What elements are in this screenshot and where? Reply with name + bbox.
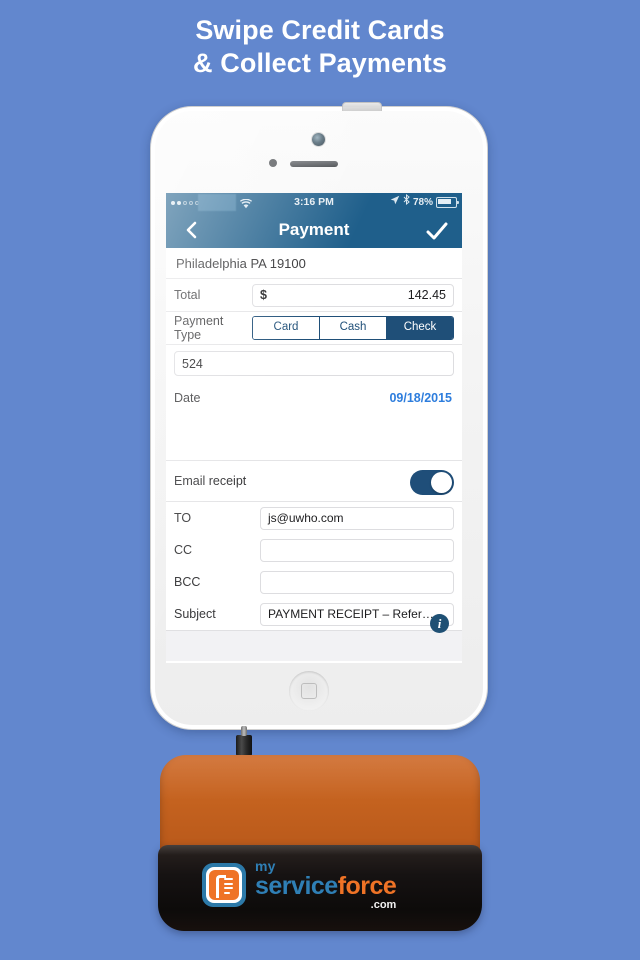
email-subject-value: PAYMENT RECEIPT – Refer… — [268, 607, 434, 621]
payment-type-row: Payment Type Card Cash Check — [166, 312, 462, 345]
logo-mark-icon — [202, 863, 246, 907]
segment-card[interactable]: Card — [253, 317, 320, 339]
front-camera-icon — [312, 133, 325, 146]
email-cc-input[interactable] — [260, 538, 454, 562]
email-bcc-input[interactable] — [260, 570, 454, 594]
info-icon[interactable]: i — [430, 614, 449, 633]
headline-line-2: & Collect Payments — [193, 48, 447, 78]
status-right-group: 78% — [390, 193, 459, 212]
email-bcc-label: BCC — [174, 575, 201, 589]
payment-type-label: Payment Type — [174, 314, 224, 342]
email-cc-label: CC — [174, 543, 193, 557]
email-to-input[interactable]: js@uwho.com — [260, 506, 454, 530]
email-bcc-row: BCC — [166, 566, 462, 598]
battery-percent: 78% — [412, 197, 433, 208]
form-spacer — [166, 416, 462, 460]
email-to-row: TO js@uwho.com — [166, 502, 462, 534]
headline-line-1: Swipe Credit Cards — [195, 15, 445, 45]
segment-cash[interactable]: Cash — [320, 317, 387, 339]
email-receipt-toggle[interactable] — [410, 470, 454, 495]
date-value[interactable]: 09/18/2015 — [252, 391, 454, 405]
check-number-value: 524 — [182, 356, 203, 371]
email-receipt-label: Email receipt — [174, 474, 247, 488]
confirm-button[interactable] — [426, 221, 448, 241]
payment-form: Philadelphia PA 19100 Total $ 142.45 Pay… — [166, 248, 462, 661]
battery-icon — [436, 197, 459, 208]
bluetooth-icon — [403, 193, 410, 212]
date-row[interactable]: Date 09/18/2015 — [166, 380, 462, 416]
nav-title: Payment — [278, 220, 350, 239]
nav-bar: Payment — [166, 212, 462, 248]
card-reader-stand-top — [160, 755, 480, 857]
email-subject-label: Subject — [174, 607, 216, 621]
toggle-knob — [431, 472, 452, 493]
home-button[interactable] — [289, 671, 329, 711]
logo-service: service — [255, 872, 338, 900]
page-title: Swipe Credit Cards & Collect Payments — [0, 14, 640, 80]
phone-device: 3:16 PM 78% Payment Philadelphia PA 1910… — [150, 102, 488, 730]
form-footer: i — [166, 614, 462, 661]
check-number-input[interactable]: 524 — [174, 351, 454, 376]
date-label: Date — [174, 391, 201, 405]
email-receipt-row: Email receipt — [166, 461, 462, 501]
logo-main: serviceforce — [255, 872, 397, 900]
total-row: Total $ 142.45 — [166, 279, 462, 312]
email-cc-row: CC — [166, 534, 462, 566]
email-subject-row: Subject PAYMENT RECEIPT – Refer… — [166, 598, 462, 630]
brand-logo: my serviceforce .com — [202, 858, 397, 911]
phone-screen: 3:16 PM 78% Payment Philadelphia PA 1910… — [166, 193, 462, 663]
address-text: Philadelphia PA 19100 — [176, 255, 306, 271]
logo-wordmark: my serviceforce .com — [255, 858, 397, 911]
segment-check[interactable]: Check — [387, 317, 453, 339]
email-subject-input[interactable]: PAYMENT RECEIPT – Refer… — [260, 602, 454, 626]
power-button[interactable] — [342, 102, 382, 111]
payment-type-segmented-control[interactable]: Card Cash Check — [252, 316, 454, 340]
card-reader-stand-base: my serviceforce .com — [158, 845, 482, 931]
total-label: Total — [174, 288, 201, 302]
logo-force: force — [337, 872, 397, 900]
dock-connector — [236, 726, 252, 757]
proximity-sensor-icon — [269, 159, 277, 167]
total-amount: 142.45 — [407, 288, 446, 302]
location-arrow-icon — [390, 193, 400, 212]
logo-com: .com — [370, 899, 397, 911]
earpiece-speaker — [290, 161, 338, 167]
total-input[interactable]: $ 142.45 — [252, 283, 454, 307]
address-row: Philadelphia PA 19100 — [166, 248, 462, 279]
email-to-value: js@uwho.com — [268, 511, 344, 525]
status-bar: 3:16 PM 78% — [166, 193, 462, 212]
currency-symbol: $ — [260, 288, 267, 302]
logo-my: my — [255, 858, 276, 874]
email-to-label: TO — [174, 511, 192, 525]
